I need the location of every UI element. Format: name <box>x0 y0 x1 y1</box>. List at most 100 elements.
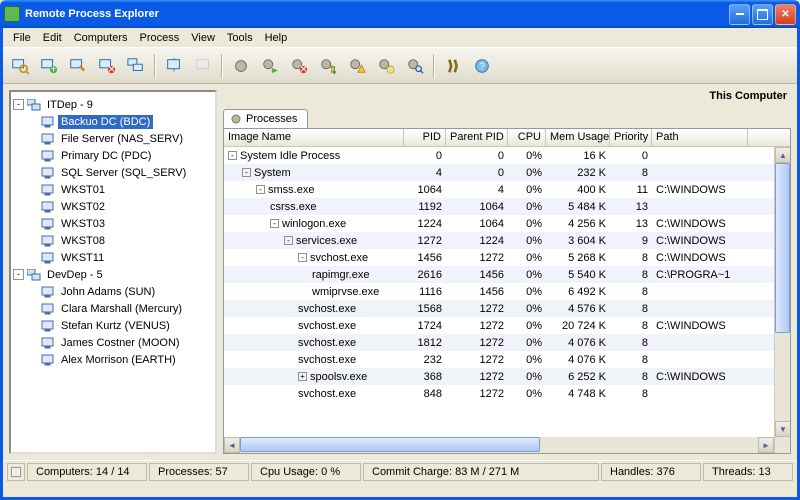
column-header[interactable]: Path <box>652 129 748 146</box>
column-header[interactable]: Priority <box>610 129 652 146</box>
status-handles: Handles: 376 <box>601 463 701 481</box>
tree-item[interactable]: WKST02 <box>13 198 213 215</box>
tree-item[interactable]: WKST01 <box>13 181 213 198</box>
table-row[interactable]: -services.exe127212240%3 604 K9C:\WINDOW… <box>224 232 790 249</box>
cell-pid: 232 <box>404 354 446 366</box>
cell-mem: 5 268 K <box>546 252 610 264</box>
cell-cpu: 0% <box>508 235 546 247</box>
horizontal-scrollbar[interactable]: ◄ ► <box>224 437 774 453</box>
tree-group[interactable]: -ITDep - 9 <box>13 96 213 113</box>
tree-item[interactable]: WKST03 <box>13 215 213 232</box>
column-header[interactable]: Parent PID <box>446 129 508 146</box>
menu-edit[interactable]: Edit <box>37 30 68 46</box>
table-row[interactable]: -svchost.exe145612720%5 268 K8C:\WINDOWS <box>224 249 790 266</box>
process-info-icon[interactable] <box>373 53 399 79</box>
process-warn-icon[interactable] <box>344 53 370 79</box>
find-computer-icon[interactable] <box>7 53 33 79</box>
disconnect-icon[interactable] <box>190 53 216 79</box>
svg-text:?: ? <box>479 61 485 72</box>
tree-item[interactable]: Stefan Kurtz (VENUS) <box>13 317 213 334</box>
collapse-icon[interactable]: - <box>13 269 24 280</box>
scroll-right-icon[interactable]: ► <box>758 437 774 453</box>
tree-item[interactable]: James Costner (MOON) <box>13 334 213 351</box>
cell-parent-pid: 1224 <box>446 235 508 247</box>
table-row[interactable]: -System Idle Process000%16 K0 <box>224 147 790 164</box>
scroll-thumb[interactable] <box>775 163 790 333</box>
tree-label: Alex Morrison (EARTH) <box>58 353 179 367</box>
table-row[interactable]: -System400%232 K8 <box>224 164 790 181</box>
help-icon[interactable]: ? <box>469 53 495 79</box>
scroll-up-icon[interactable]: ▲ <box>775 147 790 163</box>
grid-header[interactable]: Image NamePIDParent PIDCPUMem UsagePrior… <box>224 129 790 147</box>
tree-group[interactable]: -DevDep - 5 <box>13 266 213 283</box>
menu-file[interactable]: File <box>7 30 37 46</box>
process-priority-icon[interactable] <box>315 53 341 79</box>
tree-item[interactable]: WKST08 <box>13 232 213 249</box>
tree-label: WKST11 <box>58 251 107 265</box>
edit-computer-icon[interactable] <box>65 53 91 79</box>
maximize-button[interactable] <box>752 4 773 25</box>
cell-mem: 3 604 K <box>546 235 610 247</box>
tab-processes[interactable]: Processes <box>223 109 308 128</box>
tree-item[interactable]: John Adams (SUN) <box>13 283 213 300</box>
close-button[interactable] <box>775 4 796 25</box>
tree-item[interactable]: SQL Server (SQL_SERV) <box>13 164 213 181</box>
add-computer-icon[interactable]: + <box>36 53 62 79</box>
scroll-thumb[interactable] <box>240 437 540 452</box>
table-row[interactable]: +spoolsv.exe36812720%6 252 K8C:\WINDOWS <box>224 368 790 385</box>
tree-item[interactable]: WKST11 <box>13 249 213 266</box>
cell-pid: 848 <box>404 388 446 400</box>
remove-computer-icon[interactable]: ✕ <box>94 53 120 79</box>
table-row[interactable]: svchost.exe181212720%4 076 K8 <box>224 334 790 351</box>
table-row[interactable]: svchost.exe156812720%4 576 K8 <box>224 300 790 317</box>
titlebar[interactable]: Remote Process Explorer <box>0 0 800 28</box>
menu-tools[interactable]: Tools <box>221 30 259 46</box>
cell-cpu: 0% <box>508 337 546 349</box>
table-row[interactable]: -smss.exe106440%400 K11C:\WINDOWS <box>224 181 790 198</box>
column-header[interactable]: PID <box>404 129 446 146</box>
table-row[interactable]: svchost.exe23212720%4 076 K8 <box>224 351 790 368</box>
process-name: System <box>254 167 291 179</box>
table-row[interactable]: svchost.exe172412720%20 724 K8C:\WINDOWS <box>224 317 790 334</box>
table-row[interactable]: rapimgr.exe261614560%5 540 K8C:\PROGRA~1 <box>224 266 790 283</box>
tree-label: SQL Server (SQL_SERV) <box>58 166 189 180</box>
column-header[interactable]: Mem Usage <box>546 129 610 146</box>
cell-priority: 8 <box>610 269 652 281</box>
process-search-icon[interactable] <box>402 53 428 79</box>
cell-cpu: 0% <box>508 320 546 332</box>
settings-icon[interactable] <box>440 53 466 79</box>
tree-item[interactable]: Alex Morrison (EARTH) <box>13 351 213 368</box>
menu-process[interactable]: Process <box>134 30 186 46</box>
vertical-scrollbar[interactable]: ▲ ▼ <box>774 147 790 437</box>
collapse-icon[interactable]: - <box>13 99 24 110</box>
computers-setup-icon[interactable] <box>123 53 149 79</box>
process-run-icon[interactable] <box>257 53 283 79</box>
tree-item[interactable]: Clara Marshall (Mercury) <box>13 300 213 317</box>
tree-item[interactable]: Primary DC (PDC) <box>13 147 213 164</box>
computer-tree[interactable]: -ITDep - 9Backuo DC (BDC)File Server (NA… <box>9 90 217 454</box>
cell-path: C:\WINDOWS <box>652 184 748 196</box>
column-header[interactable]: CPU <box>508 129 546 146</box>
menu-help[interactable]: Help <box>259 30 294 46</box>
tree-item[interactable]: Backuo DC (BDC) <box>13 113 213 130</box>
cell-cpu: 0% <box>508 184 546 196</box>
scroll-down-icon[interactable]: ▼ <box>775 421 790 437</box>
menu-computers[interactable]: Computers <box>68 30 134 46</box>
table-row[interactable]: svchost.exe84812720%4 748 K8 <box>224 385 790 402</box>
table-row[interactable]: wmiprvse.exe111614560%6 492 K8 <box>224 283 790 300</box>
cell-cpu: 0% <box>508 150 546 162</box>
cell-mem: 400 K <box>546 184 610 196</box>
minimize-button[interactable] <box>729 4 750 25</box>
tree-item[interactable]: File Server (NAS_SERV) <box>13 130 213 147</box>
scroll-left-icon[interactable]: ◄ <box>224 437 240 453</box>
refresh-icon[interactable] <box>228 53 254 79</box>
connect-icon[interactable] <box>161 53 187 79</box>
column-header[interactable]: Image Name <box>224 129 404 146</box>
process-kill-icon[interactable]: ✕ <box>286 53 312 79</box>
cell-mem: 4 076 K <box>546 337 610 349</box>
cell-cpu: 0% <box>508 286 546 298</box>
table-row[interactable]: csrss.exe119210640%5 484 K13 <box>224 198 790 215</box>
menu-view[interactable]: View <box>185 30 221 46</box>
status-processes: Processes: 57 <box>149 463 249 481</box>
table-row[interactable]: -winlogon.exe122410640%4 256 K13C:\WINDO… <box>224 215 790 232</box>
